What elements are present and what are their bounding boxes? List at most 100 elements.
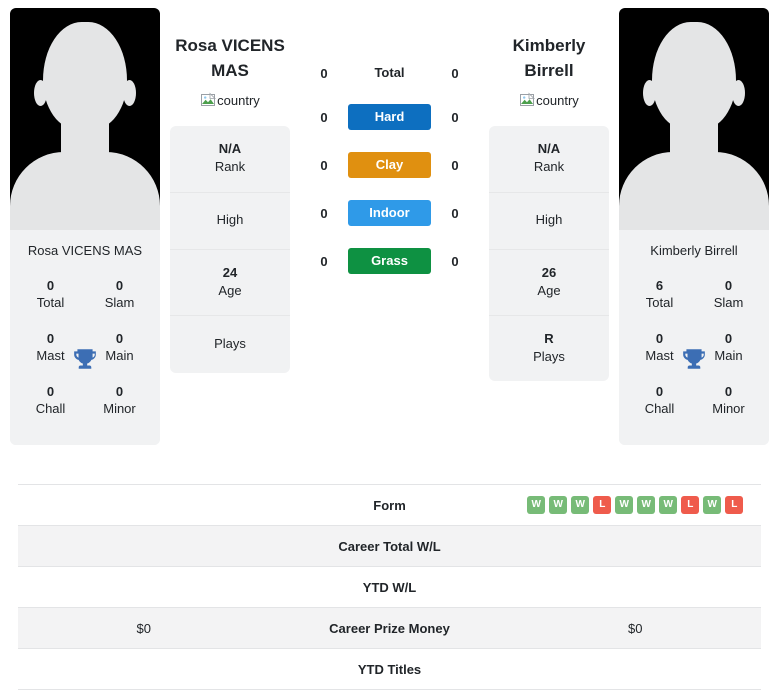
surface-grass-badge[interactable]: Grass bbox=[348, 248, 431, 274]
form-loss-badge: L bbox=[725, 496, 744, 514]
right-info-column: Kimberly Birrell country N/A Rank High 2… bbox=[489, 8, 609, 382]
left-title-slam-value: 0 bbox=[115, 277, 124, 293]
career-wl-label: Career Total W/L bbox=[338, 538, 441, 554]
left-title-chall-label: Chall bbox=[35, 401, 66, 417]
left-rank-row: N/A Rank bbox=[170, 126, 290, 193]
right-plays-row: R Plays bbox=[489, 316, 609, 381]
left-title-slam-label: Slam bbox=[104, 295, 135, 311]
table-row: $0 Career Prize Money $0 bbox=[18, 608, 761, 649]
left-photo-column: Rosa VICENS MAS 0 Total 0 Slam 0 Mast 0 … bbox=[0, 8, 170, 445]
stats-table: Form WWWLWWWLWL Career Total W/L YTD W/L… bbox=[18, 484, 761, 690]
surface-comparison-column: 0 Total 0 0 Hard 0 0 Clay 0 0 Indoor 0 0… bbox=[290, 8, 489, 274]
right-player-photo bbox=[619, 8, 769, 230]
surface-hard-badge[interactable]: Hard bbox=[348, 104, 431, 130]
left-title-mast-value: 0 bbox=[46, 330, 55, 346]
left-plays-row: Plays bbox=[170, 316, 290, 373]
prize-money-right-value: $0 bbox=[628, 620, 643, 636]
table-row: YTD W/L bbox=[18, 567, 761, 608]
right-plays-value: R bbox=[544, 331, 554, 347]
right-title-minor: 0 Minor bbox=[694, 376, 763, 429]
left-age-value: 24 bbox=[222, 264, 238, 280]
right-title-minor-label: Minor bbox=[712, 401, 745, 417]
form-right-value: WWWLWWWLWL bbox=[510, 496, 762, 514]
form-badge-list: WWWLWWWLWL bbox=[527, 496, 744, 514]
surface-hard-badge-wrap: Hard bbox=[348, 104, 431, 130]
broken-image-icon bbox=[200, 92, 217, 108]
right-rank-row: N/A Rank bbox=[489, 126, 609, 193]
form-win-badge: W bbox=[615, 496, 634, 514]
surface-clay-badge-wrap: Clay bbox=[348, 152, 431, 178]
left-age-row: 24 Age bbox=[170, 250, 290, 317]
table-row: YTD Titles bbox=[18, 649, 761, 690]
right-title-slam-value: 0 bbox=[724, 277, 733, 293]
trophy-icon bbox=[72, 346, 98, 372]
surface-indoor-left-value: 0 bbox=[320, 205, 328, 221]
right-rank-value: N/A bbox=[537, 141, 561, 157]
ytd-titles-label: YTD Titles bbox=[357, 661, 422, 677]
right-player-name: Kimberly Birrell bbox=[512, 36, 586, 80]
left-age-label: Age bbox=[218, 282, 242, 298]
right-title-mast-value: 0 bbox=[655, 330, 664, 346]
left-country-flag: country bbox=[200, 92, 260, 108]
surface-total-label-wrap: Total bbox=[348, 64, 431, 82]
surface-indoor-badge-wrap: Indoor bbox=[348, 200, 431, 226]
left-title-main-value: 0 bbox=[115, 330, 124, 346]
form-win-badge: W bbox=[637, 496, 656, 514]
left-player-card[interactable]: Rosa VICENS MAS 0 Total 0 Slam 0 Mast 0 … bbox=[10, 8, 160, 445]
form-label: Form bbox=[373, 497, 406, 513]
surface-total-label: Total bbox=[374, 65, 405, 80]
right-age-row: 26 Age bbox=[489, 250, 609, 317]
right-country-alt-text: country bbox=[536, 92, 579, 108]
form-win-badge: W bbox=[703, 496, 722, 514]
left-title-minor: 0 Minor bbox=[85, 376, 154, 429]
avatar-ear-left-shape bbox=[643, 80, 656, 106]
right-age-label: Age bbox=[537, 282, 561, 298]
table-row: Career Total W/L bbox=[18, 526, 761, 567]
avatar-head-shape bbox=[43, 22, 127, 130]
left-title-slam: 0 Slam bbox=[85, 270, 154, 323]
right-rank-label: Rank bbox=[533, 159, 565, 175]
left-title-minor-label: Minor bbox=[103, 401, 136, 417]
left-title-total: 0 Total bbox=[16, 270, 85, 323]
surface-hard-right-value: 0 bbox=[451, 109, 459, 125]
avatar-ear-right-shape bbox=[123, 80, 136, 106]
left-player-name: Rosa VICENS MAS bbox=[175, 36, 285, 80]
surface-total-right-value: 0 bbox=[451, 65, 459, 81]
right-high-row: High bbox=[489, 193, 609, 250]
avatar-body-shape bbox=[10, 152, 160, 230]
left-country-alt-text: country bbox=[217, 92, 260, 108]
comparison-header: Rosa VICENS MAS 0 Total 0 Slam 0 Mast 0 … bbox=[0, 0, 779, 474]
broken-image-icon bbox=[519, 92, 536, 108]
avatar-body-shape bbox=[619, 152, 769, 230]
right-title-total-value: 6 bbox=[655, 277, 664, 293]
surface-grass-left-value: 0 bbox=[320, 253, 328, 269]
left-titles-grid: 0 Total 0 Slam 0 Mast 0 Main 0 Chall 0 M… bbox=[10, 269, 160, 445]
surface-row-hard: 0 Hard 0 bbox=[290, 104, 489, 130]
right-player-card[interactable]: Kimberly Birrell 6 Total 0 Slam 0 Mast 0… bbox=[619, 8, 769, 445]
surface-indoor-right-value: 0 bbox=[451, 205, 459, 221]
left-title-total-value: 0 bbox=[46, 277, 55, 293]
right-title-chall-label: Chall bbox=[644, 401, 675, 417]
surface-clay-badge[interactable]: Clay bbox=[348, 152, 431, 178]
right-photo-column: Kimberly Birrell 6 Total 0 Slam 0 Mast 0… bbox=[609, 8, 779, 445]
avatar-ear-right-shape bbox=[732, 80, 745, 106]
surface-row-clay: 0 Clay 0 bbox=[290, 152, 489, 178]
right-title-slam: 0 Slam bbox=[694, 270, 763, 323]
left-title-total-label: Total bbox=[36, 295, 65, 311]
left-high-row: High bbox=[170, 193, 290, 250]
right-title-chall: 0 Chall bbox=[625, 376, 694, 429]
left-rank-card: N/A Rank High 24 Age Plays bbox=[170, 126, 290, 374]
surface-row-grass: 0 Grass 0 bbox=[290, 248, 489, 274]
left-title-minor-value: 0 bbox=[115, 383, 124, 399]
surface-grass-right-value: 0 bbox=[451, 253, 459, 269]
left-title-chall: 0 Chall bbox=[16, 376, 85, 429]
form-win-badge: W bbox=[549, 496, 568, 514]
surface-total-left-value: 0 bbox=[320, 65, 328, 81]
surface-indoor-badge[interactable]: Indoor bbox=[348, 200, 431, 226]
right-high-label: High bbox=[535, 212, 563, 228]
form-win-badge: W bbox=[659, 496, 678, 514]
right-plays-label: Plays bbox=[533, 349, 565, 365]
left-info-column: Rosa VICENS MAS country N/A Rank High 24… bbox=[170, 8, 290, 374]
prize-money-label: Career Prize Money bbox=[329, 620, 450, 636]
surface-row-indoor: 0 Indoor 0 bbox=[290, 200, 489, 226]
